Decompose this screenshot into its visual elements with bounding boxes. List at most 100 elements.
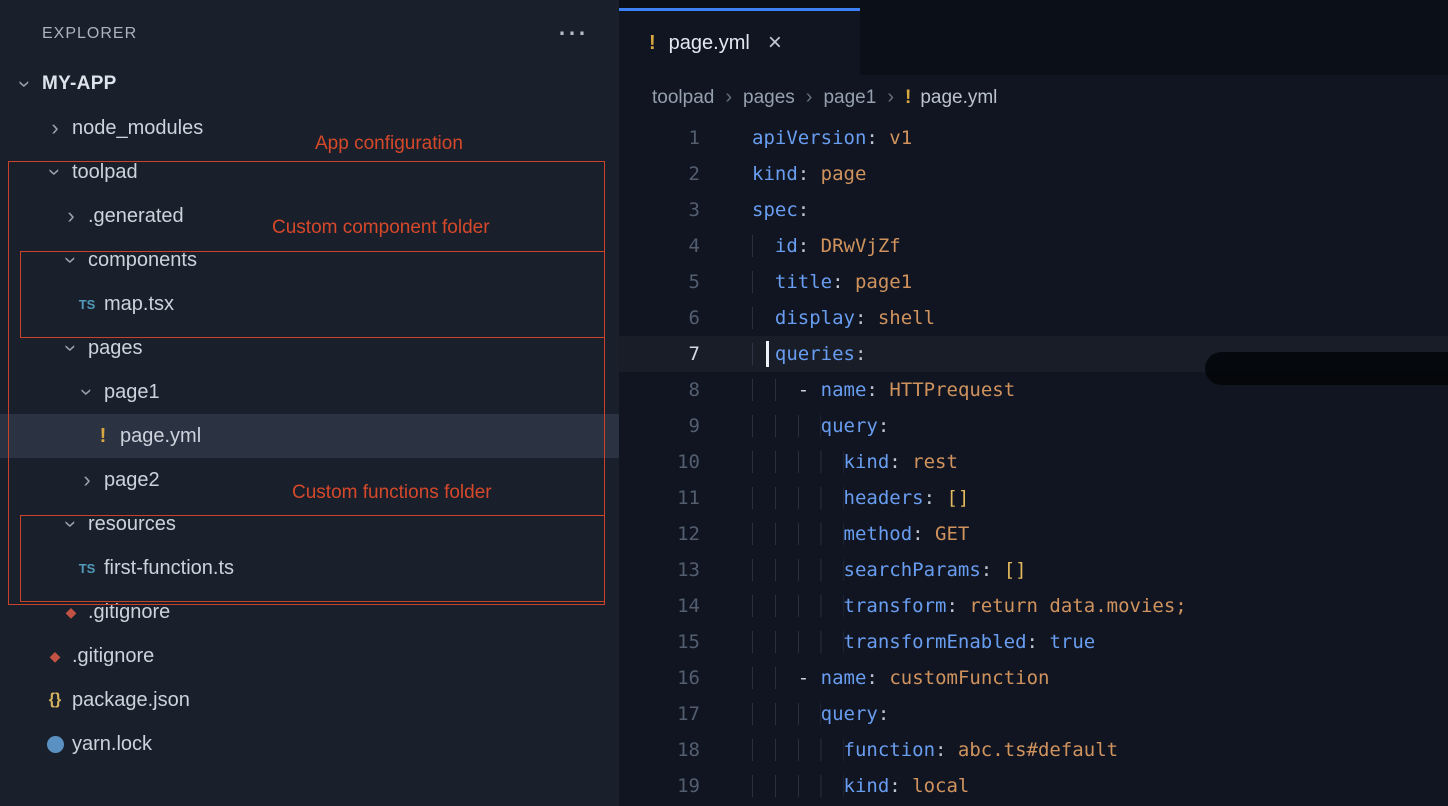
breadcrumb-item-file[interactable]: page.yml bbox=[920, 87, 997, 109]
editor-scrollbar-pill[interactable] bbox=[1205, 352, 1448, 385]
git-icon: ◆ bbox=[42, 648, 68, 665]
line-number: 7 bbox=[619, 336, 700, 372]
tree-folder-node_modules[interactable]: ›node_modules bbox=[0, 106, 619, 150]
tree-file-.gitignore[interactable]: ◆.gitignore bbox=[0, 634, 619, 678]
tree-item-label: resources bbox=[88, 513, 176, 536]
chevron-down-icon: › bbox=[60, 511, 82, 537]
tree-file-page.yml[interactable]: !page.yml bbox=[0, 414, 619, 458]
chevron-down-icon: › bbox=[60, 335, 82, 361]
code-text: apiVersion: v1 bbox=[752, 120, 912, 156]
chevron-right-icon: › bbox=[74, 469, 100, 491]
code-line-6[interactable]: 6 display: shell bbox=[619, 300, 1448, 336]
code-text: transform: return data.movies; bbox=[752, 588, 1187, 624]
code-text: kind: page bbox=[752, 156, 866, 192]
code-line-12[interactable]: 12 method: GET bbox=[619, 516, 1448, 552]
tree-item-label: page2 bbox=[104, 469, 160, 492]
tab-page-yml[interactable]: ! page.yml × bbox=[619, 8, 860, 75]
code-line-19[interactable]: 19 kind: local bbox=[619, 768, 1448, 804]
breadcrumb-item-page1[interactable]: page1 bbox=[823, 87, 876, 109]
chevron-down-icon: › bbox=[44, 159, 66, 185]
code-line-16[interactable]: 16 - name: customFunction bbox=[619, 660, 1448, 696]
tree-item-label: .gitignore bbox=[88, 601, 170, 624]
tree-file-package.json[interactable]: {}package.json bbox=[0, 678, 619, 722]
line-number: 17 bbox=[619, 696, 700, 732]
code-text: kind: local bbox=[752, 768, 969, 804]
code-line-5[interactable]: 5 title: page1 bbox=[619, 264, 1448, 300]
tree-file-map.tsx[interactable]: TSmap.tsx bbox=[0, 282, 619, 326]
close-icon[interactable]: × bbox=[768, 31, 782, 55]
warning-icon: ! bbox=[905, 87, 911, 109]
line-number: 3 bbox=[619, 192, 700, 228]
explorer-header: EXPLORER ⋯ bbox=[0, 0, 619, 62]
tree-file-first-function.ts[interactable]: TS first-function.ts bbox=[0, 546, 619, 590]
tree-folder-page2[interactable]: ›page2 bbox=[0, 458, 619, 502]
tab-title: page.yml bbox=[669, 32, 750, 55]
code-text: searchParams: [] bbox=[752, 552, 1027, 588]
explorer-sidebar: EXPLORER ⋯ › MY-APP ›node_modules›toolpa… bbox=[0, 0, 619, 806]
code-line-10[interactable]: 10 kind: rest bbox=[619, 444, 1448, 480]
code-text: headers: [] bbox=[752, 480, 969, 516]
tree-folder-resources[interactable]: › resources bbox=[0, 502, 619, 546]
text-cursor bbox=[766, 341, 769, 367]
line-number: 6 bbox=[619, 300, 700, 336]
code-line-13[interactable]: 13 searchParams: [] bbox=[619, 552, 1448, 588]
breadcrumb-item-toolpad[interactable]: toolpad bbox=[652, 87, 714, 109]
code-text: queries: bbox=[752, 336, 866, 372]
chevron-right-icon: › bbox=[42, 117, 68, 139]
git-icon: ◆ bbox=[58, 604, 84, 621]
tree-folder-toolpad[interactable]: ›toolpad bbox=[0, 150, 619, 194]
workspace-root-label: MY-APP bbox=[42, 73, 117, 95]
tree-item-label: map.tsx bbox=[104, 293, 174, 316]
line-number: 5 bbox=[619, 264, 700, 300]
code-line-18[interactable]: 18 function: abc.ts#default bbox=[619, 732, 1448, 768]
code-line-4[interactable]: 4 id: DRwVjZf bbox=[619, 228, 1448, 264]
ts-icon: TS bbox=[74, 561, 100, 576]
line-number: 11 bbox=[619, 480, 700, 516]
line-number: 10 bbox=[619, 444, 700, 480]
tree-item-label: yarn.lock bbox=[72, 733, 152, 756]
code-text: method: GET bbox=[752, 516, 969, 552]
code-text: transformEnabled: true bbox=[752, 624, 1095, 660]
code-line-2[interactable]: 2 kind: page bbox=[619, 156, 1448, 192]
code-editor[interactable]: 1apiVersion: v12 kind: page3spec:4 id: DR… bbox=[619, 120, 1448, 806]
tree-folder-components[interactable]: ›components bbox=[0, 238, 619, 282]
tree-item-label: first-function.ts bbox=[104, 557, 234, 580]
code-line-17[interactable]: 17 query: bbox=[619, 696, 1448, 732]
code-line-15[interactable]: 15 transformEnabled: true bbox=[619, 624, 1448, 660]
tree-item-label: components bbox=[88, 249, 197, 272]
breadcrumb-item-pages[interactable]: pages bbox=[743, 87, 795, 109]
workspace-root-row[interactable]: › MY-APP bbox=[0, 62, 619, 106]
tree-item-label: page.yml bbox=[120, 425, 201, 448]
tree-item-label: .gitignore bbox=[72, 645, 154, 668]
code-line-9[interactable]: 9 query: bbox=[619, 408, 1448, 444]
code-line-1[interactable]: 1apiVersion: v1 bbox=[619, 120, 1448, 156]
yarn-icon bbox=[42, 736, 68, 753]
tree-item-label: node_modules bbox=[72, 117, 203, 140]
tree-folder-page1[interactable]: ›page1 bbox=[0, 370, 619, 414]
chevron-down-icon: › bbox=[14, 71, 36, 97]
code-text: kind: rest bbox=[752, 444, 958, 480]
tree-item-label: page1 bbox=[104, 381, 160, 404]
breadcrumb-separator-icon: › bbox=[806, 86, 813, 109]
line-number: 2 bbox=[619, 156, 700, 192]
file-tree: ›node_modules›toolpad›.generated›compone… bbox=[0, 106, 619, 766]
line-number: 9 bbox=[619, 408, 700, 444]
warning-icon: ! bbox=[90, 425, 116, 448]
editor-area: ! page.yml × toolpad › pages › page1 ›! page.y… bbox=[619, 0, 1448, 806]
code-text: - name: customFunction bbox=[752, 660, 1049, 696]
tree-folder-pages[interactable]: ›pages bbox=[0, 326, 619, 370]
tree-item-label: package.json bbox=[72, 689, 190, 712]
line-number: 16 bbox=[619, 660, 700, 696]
code-text: display: shell bbox=[752, 300, 935, 336]
tree-folder-.generated[interactable]: ›.generated bbox=[0, 194, 619, 238]
code-line-3[interactable]: 3spec: bbox=[619, 192, 1448, 228]
breadcrumb-separator-icon: › bbox=[887, 86, 894, 109]
editor-main: toolpad › pages › page1 ›! page.yml 1apiVersio… bbox=[619, 75, 1448, 806]
tree-file-yarn.lock[interactable]: yarn.lock bbox=[0, 722, 619, 766]
code-text: - name: HTTPrequest bbox=[752, 372, 1015, 408]
tree-file-.gitignore[interactable]: ◆.gitignore bbox=[0, 590, 619, 634]
code-line-14[interactable]: 14 transform: return data.movies; bbox=[619, 588, 1448, 624]
breadcrumb-separator-icon: › bbox=[725, 86, 732, 109]
more-actions-icon[interactable]: ⋯ bbox=[557, 24, 587, 44]
code-line-11[interactable]: 11 headers: [] bbox=[619, 480, 1448, 516]
